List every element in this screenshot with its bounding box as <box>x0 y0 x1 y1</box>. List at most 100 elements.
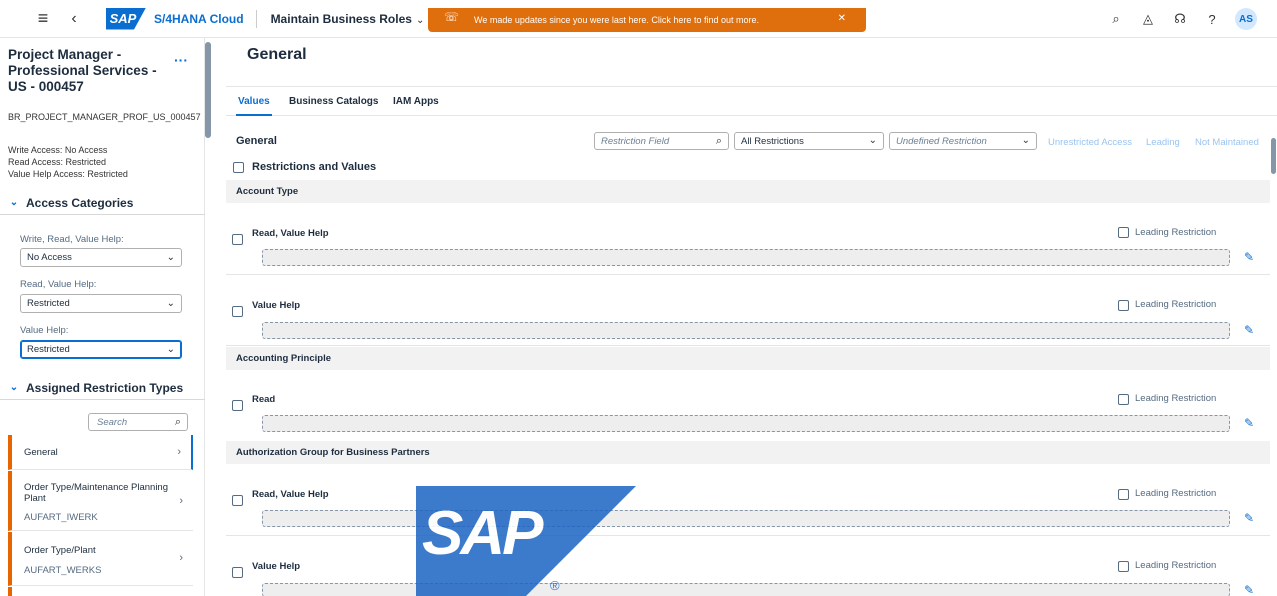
leading-restriction-label: Leading Restriction <box>1135 560 1217 571</box>
sap-logo[interactable]: SAP <box>106 7 146 30</box>
role-title: Project Manager - Professional Services … <box>8 47 157 94</box>
restrictions-header: Restrictions and Values <box>226 156 1270 178</box>
chevron-down-icon: ⌄ <box>9 197 19 208</box>
chevron-down-icon: ⌄ <box>415 14 425 26</box>
select-all-checkbox[interactable] <box>233 162 244 173</box>
role-details-pane: Project Manager - Professional Services … <box>0 38 205 596</box>
restriction-row: Read, Value Help Leading Restriction ✎ <box>226 464 1270 536</box>
all-restrictions-select[interactable]: All Restrictions ⌄ <box>734 132 884 150</box>
leading-restriction-label: Leading Restriction <box>1135 488 1217 499</box>
tab-iam-apps[interactable]: IAM Apps <box>393 96 439 107</box>
values-toolbar: General Restriction Field ⌕ All Restrict… <box>226 130 1270 154</box>
leading-button[interactable]: Leading <box>1146 137 1180 148</box>
value-help-access: Value Help Access: Restricted <box>8 169 128 179</box>
restriction-type-search[interactable]: Search ⌕ <box>88 413 188 431</box>
chevron-right-icon: › <box>179 495 183 507</box>
leading-restriction-checkbox[interactable] <box>1118 489 1129 500</box>
leading-restriction-checkbox[interactable] <box>1118 394 1129 405</box>
notifications-icon[interactable]: ◬ <box>1139 11 1157 27</box>
row-checkbox[interactable] <box>232 234 243 245</box>
shell-actions: ⌕ ◬ ☊ ? AS <box>1107 0 1257 38</box>
read-access: Read Access: Restricted <box>8 157 107 167</box>
restriction-type-code: AUFART_IWERK <box>24 512 98 523</box>
restrictions-title: Restrictions and Values <box>252 161 377 173</box>
unrestricted-access-button[interactable]: Unrestricted Access <box>1048 137 1132 148</box>
access-label: Read <box>252 394 276 405</box>
assigned-restriction-types-header[interactable]: ⌄ Assigned Restriction Types <box>0 376 205 400</box>
chevron-down-icon: ⌄ <box>166 298 175 309</box>
product-name[interactable]: S/4HANA Cloud <box>154 12 244 26</box>
help-icon[interactable]: ? <box>1203 12 1221 27</box>
leading-restriction-label: Leading Restriction <box>1135 227 1217 238</box>
chevron-down-icon: ⌄ <box>9 382 19 393</box>
leading-restriction-checkbox[interactable] <box>1118 300 1129 311</box>
search-icon[interactable]: ⌕ <box>1107 11 1125 27</box>
page-title: General <box>247 46 307 63</box>
read-value-help-select[interactable]: Restricted ⌄ <box>20 294 182 313</box>
megaphone-icon: ☏ <box>444 10 460 24</box>
value-field[interactable] <box>262 415 1230 432</box>
leading-restriction-checkbox[interactable] <box>1118 227 1129 238</box>
select-value: Undefined Restriction <box>896 135 987 147</box>
field-label: Write, Read, Value Help: <box>20 234 124 245</box>
restriction-row: Read Leading Restriction ✎ <box>226 370 1270 450</box>
restriction-row: Value Help Leading Restriction ✎ <box>226 276 1270 346</box>
value-field[interactable] <box>262 249 1230 266</box>
restriction-row: Value Help Leading Restriction ✎ <box>226 537 1270 596</box>
restriction-field-search[interactable]: Restriction Field ⌕ <box>594 132 729 150</box>
select-value: All Restrictions <box>741 135 804 147</box>
support-icon[interactable]: ☊ <box>1171 11 1189 27</box>
edit-icon[interactable]: ✎ <box>1244 416 1254 430</box>
menu-icon[interactable]: ≡ <box>26 8 60 29</box>
value-field[interactable] <box>262 510 1230 527</box>
search-icon[interactable]: ⌕ <box>175 416 181 429</box>
value-help-select[interactable]: Restricted ⌄ <box>20 340 182 359</box>
toast-message: We made updates since you were last here… <box>474 15 759 25</box>
toolbar-title: General <box>236 135 277 147</box>
access-categories-header[interactable]: ⌄ Access Categories <box>0 191 205 215</box>
restriction-type-item[interactable]: Order Type/Plant AUFART_WERKS › <box>8 532 193 586</box>
value-field[interactable] <box>262 583 1230 596</box>
restriction-type-item[interactable]: Order Type/Maintenance Planning Plant AU… <box>8 471 193 531</box>
section-title: Assigned Restriction Types <box>26 380 184 395</box>
undefined-restriction-select[interactable]: Undefined Restriction ⌄ <box>889 132 1037 150</box>
avatar[interactable]: AS <box>1235 8 1257 30</box>
restriction-type-item[interactable]: General › <box>8 435 193 470</box>
edit-icon[interactable]: ✎ <box>1244 250 1254 264</box>
restriction-type-item[interactable] <box>8 587 193 596</box>
chevron-down-icon: ⌄ <box>166 344 175 355</box>
leading-restriction-label: Leading Restriction <box>1135 393 1217 404</box>
restriction-type-name: Order Type/Plant <box>24 545 96 556</box>
edit-icon[interactable]: ✎ <box>1244 583 1254 596</box>
edit-icon[interactable]: ✎ <box>1244 323 1254 337</box>
leading-restriction-checkbox[interactable] <box>1118 561 1129 572</box>
not-maintained-button[interactable]: Not Maintained <box>1195 137 1259 148</box>
app-title-menu[interactable]: Maintain Business Roles ⌄ <box>271 12 425 26</box>
role-id: BR_PROJECT_MANAGER_PROF_US_000457 <box>8 112 201 122</box>
edit-icon[interactable]: ✎ <box>1244 511 1254 525</box>
chevron-down-icon: ⌄ <box>868 135 877 146</box>
whats-new-toast[interactable]: ☏ We made updates since you were last he… <box>428 8 866 32</box>
close-icon[interactable]: ✕ <box>838 13 846 24</box>
back-icon[interactable]: ‹ <box>64 10 84 28</box>
more-icon[interactable]: ··· <box>174 52 188 68</box>
access-label: Value Help <box>252 300 301 311</box>
search-placeholder: Search <box>97 416 128 428</box>
left-pane-scrollbar[interactable] <box>205 42 211 138</box>
access-label: Read, Value Help <box>252 228 329 239</box>
tab-values[interactable]: Values <box>236 96 272 116</box>
row-checkbox[interactable] <box>232 400 243 411</box>
app-title: Maintain Business Roles <box>270 11 412 26</box>
row-checkbox[interactable] <box>232 567 243 578</box>
chevron-right-icon: › <box>179 552 183 564</box>
main-scrollbar[interactable] <box>1271 138 1276 174</box>
access-label: Read, Value Help <box>252 489 329 500</box>
row-checkbox[interactable] <box>232 306 243 317</box>
write-read-value-help-select[interactable]: No Access ⌄ <box>20 248 182 267</box>
search-icon[interactable]: ⌕ <box>716 135 722 148</box>
value-field[interactable] <box>262 322 1230 339</box>
tab-business-catalogs[interactable]: Business Catalogs <box>289 96 378 107</box>
group-header: Accounting Principle <box>226 347 1270 370</box>
field-label: Value Help: <box>20 325 69 336</box>
row-checkbox[interactable] <box>232 495 243 506</box>
